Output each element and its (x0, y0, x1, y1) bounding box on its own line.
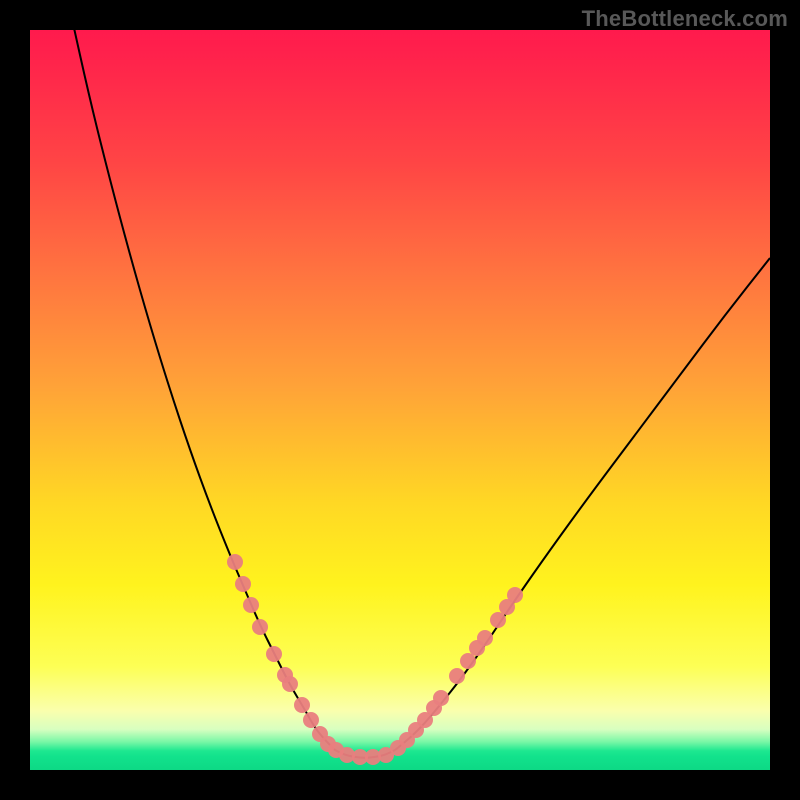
data-dot (449, 668, 465, 684)
bottleneck-curve (30, 30, 770, 770)
data-dot (303, 712, 319, 728)
data-dot (490, 612, 506, 628)
data-dot (227, 554, 243, 570)
data-dot (433, 690, 449, 706)
data-dot (507, 587, 523, 603)
data-dot (266, 646, 282, 662)
data-dot (252, 619, 268, 635)
dots-group (227, 554, 523, 765)
v-curve-path (70, 30, 770, 758)
chart-frame (30, 30, 770, 770)
data-dot (235, 576, 251, 592)
data-dot (460, 653, 476, 669)
watermark-text: TheBottleneck.com (582, 6, 788, 32)
data-dot (477, 630, 493, 646)
data-dot (243, 597, 259, 613)
data-dot (294, 697, 310, 713)
curve-group (70, 30, 770, 758)
data-dot (282, 676, 298, 692)
